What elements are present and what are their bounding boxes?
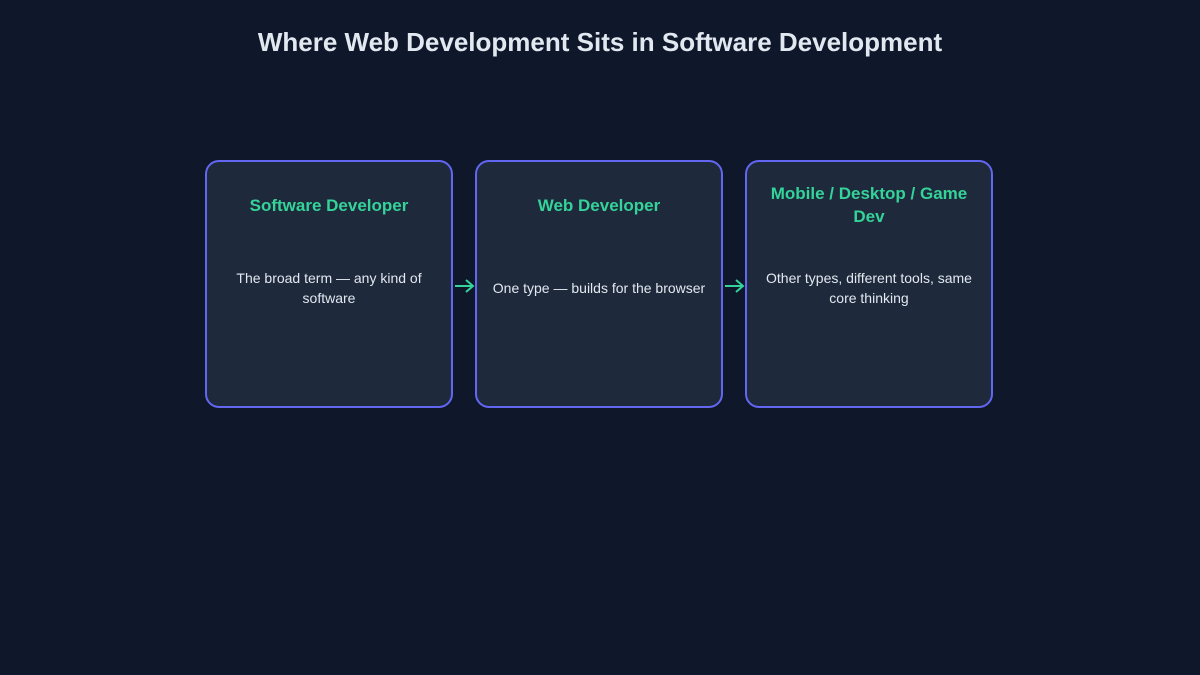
card-title: Mobile / Desktop / Game Dev [770,184,968,226]
card-mobile-desktop-game-dev: Mobile / Desktop / Game Dev Other types,… [745,160,993,408]
arrow-right-icon [455,279,475,293]
page-title: Where Web Development Sits in Software D… [257,27,943,57]
card-title: Web Developer [537,195,661,215]
card-title: Software Developer [249,195,409,215]
card-description: The broad term — any kind of software [236,270,422,306]
card-software-developer: Software Developer The broad term — any … [205,160,453,408]
arrow-right-icon [725,279,745,293]
card-description: One type — builds for the browser [492,280,706,296]
card-description: Other types, different tools, same core … [766,270,972,306]
card-web-developer: Web Developer One type — builds for the … [475,160,723,408]
